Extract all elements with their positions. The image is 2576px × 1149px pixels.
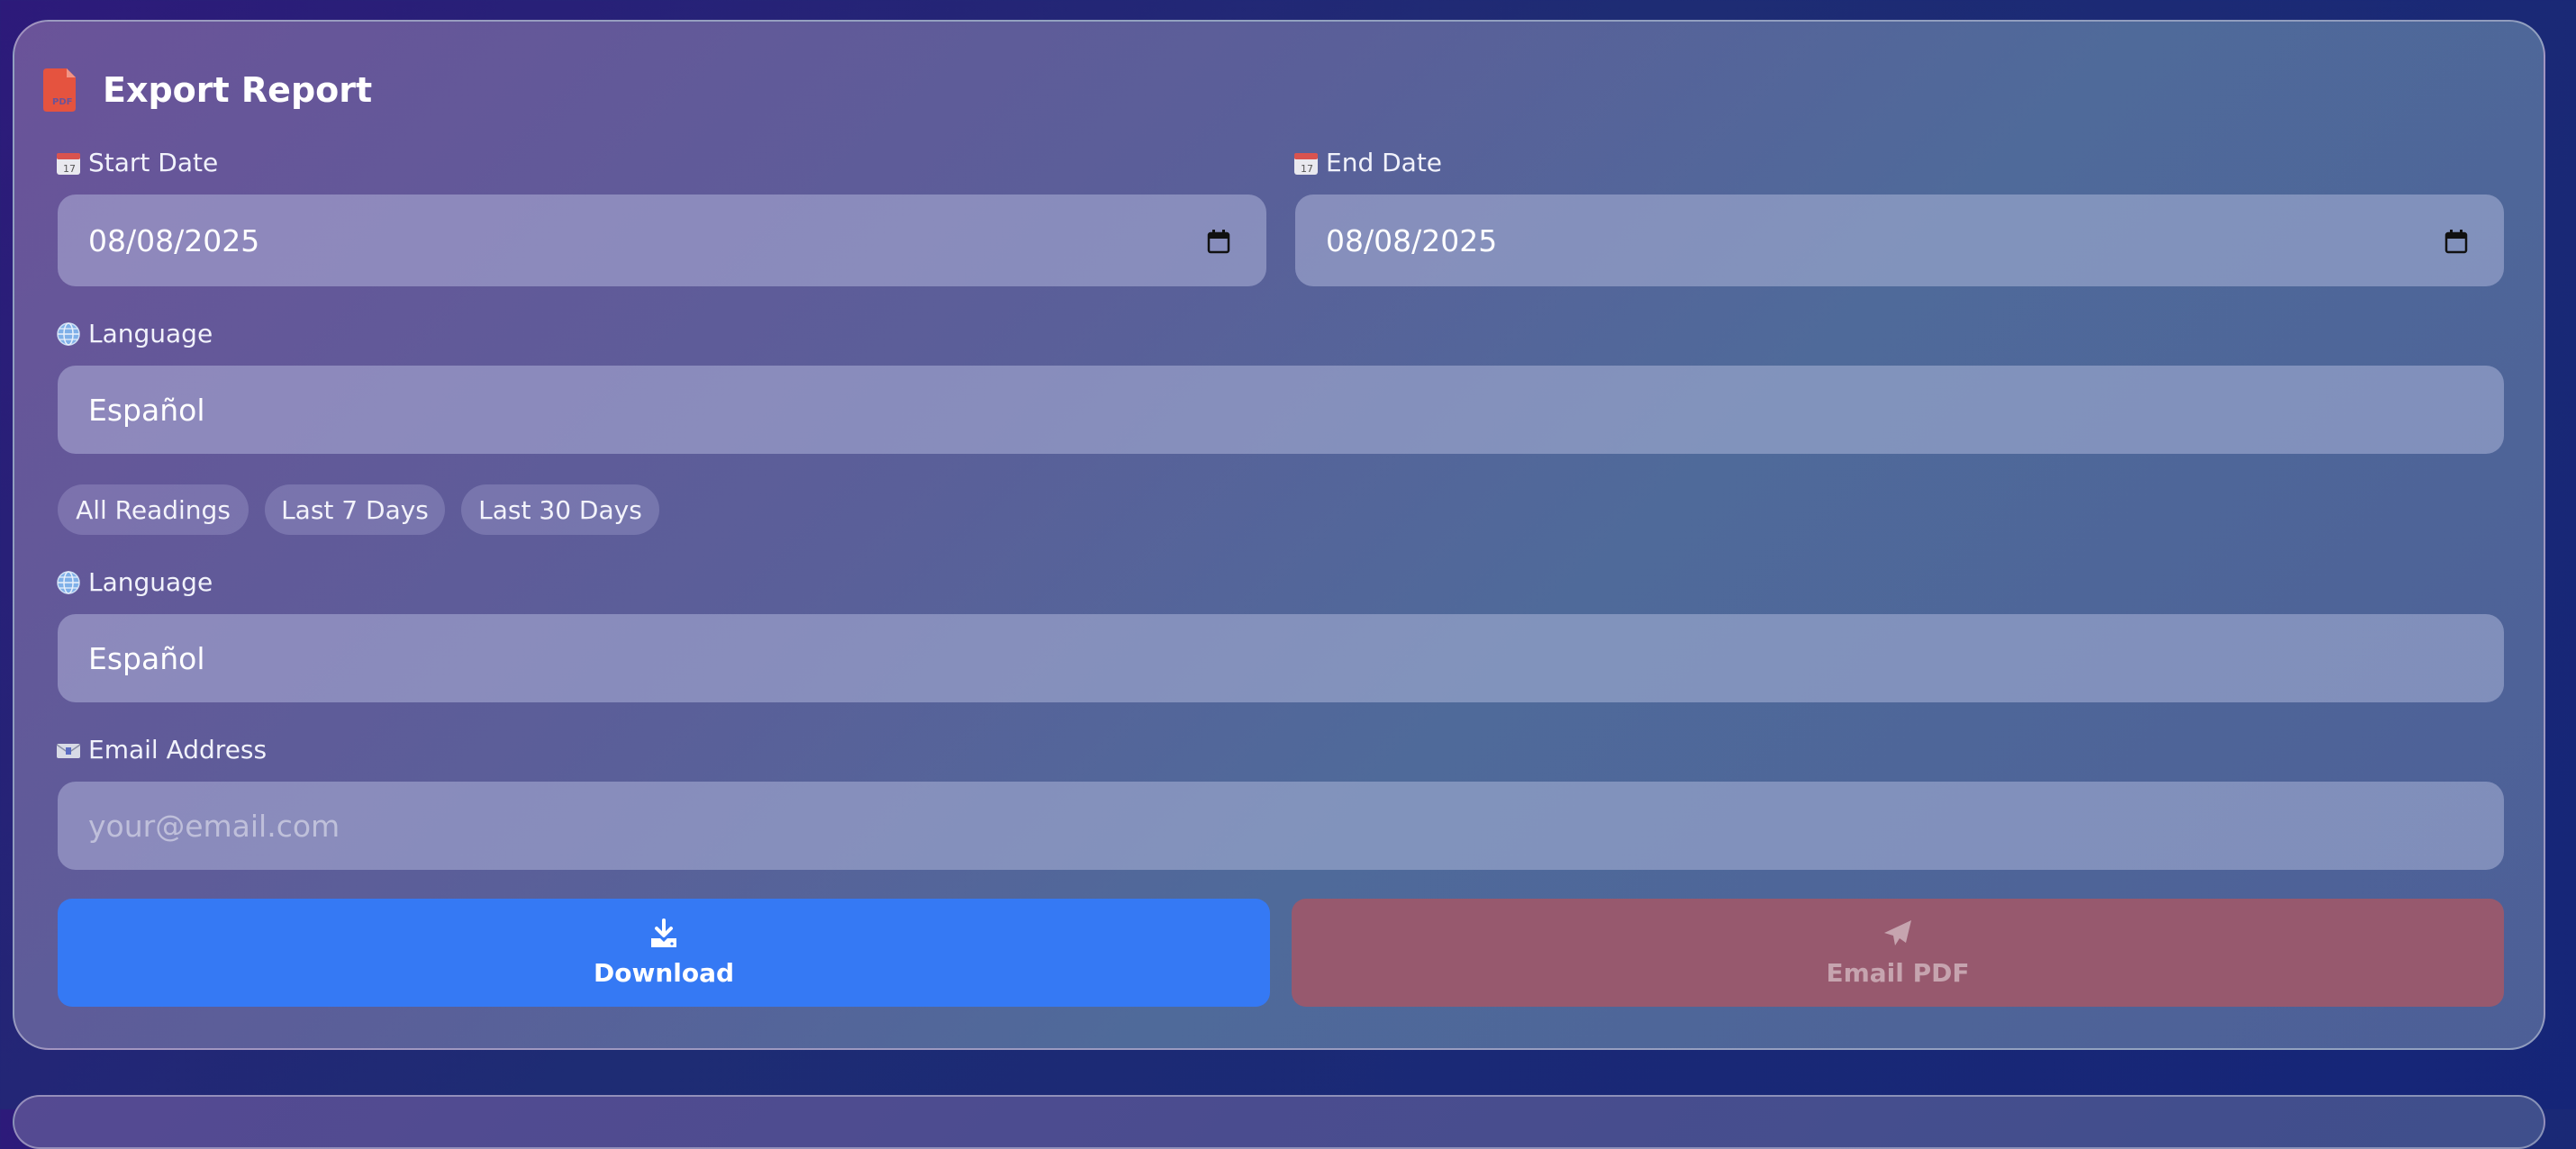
calendar-picker-icon[interactable] bbox=[1207, 229, 1230, 254]
download-label: Download bbox=[593, 957, 735, 988]
start-date-input[interactable]: 08/08/2025 bbox=[58, 195, 1266, 286]
language-value: Español bbox=[88, 392, 205, 428]
next-card bbox=[13, 1095, 2545, 1149]
calendar-picker-icon[interactable] bbox=[2444, 229, 2468, 254]
download-icon bbox=[651, 918, 676, 947]
download-button[interactable]: Download bbox=[58, 899, 1270, 1007]
email-pdf-label: Email PDF bbox=[1826, 957, 1970, 988]
svg-text:17: 17 bbox=[63, 163, 76, 175]
language-label-text: Language bbox=[88, 319, 213, 348]
export-report-card bbox=[13, 20, 2545, 1050]
preset-label: Last 30 Days bbox=[478, 494, 642, 525]
calendar-icon: 17 bbox=[1294, 152, 1318, 175]
email-pdf-button[interactable]: Email PDF bbox=[1292, 899, 2504, 1007]
svg-text:17: 17 bbox=[1301, 163, 1313, 175]
globe-icon bbox=[57, 570, 80, 594]
email-label-text: Email Address bbox=[88, 735, 268, 764]
preset-all-readings[interactable]: All Readings bbox=[58, 484, 249, 535]
language-label-secondary: Language bbox=[56, 567, 213, 597]
envelope-icon bbox=[56, 743, 81, 758]
preset-label: Last 7 Days bbox=[281, 494, 429, 525]
end-date-label-text: End Date bbox=[1326, 148, 1443, 177]
preset-last-7-days[interactable]: Last 7 Days bbox=[265, 484, 445, 535]
page-title: Export Report bbox=[103, 70, 373, 110]
globe-icon bbox=[57, 321, 80, 346]
end-date-value: 08/08/2025 bbox=[1326, 222, 1498, 258]
svg-text:PDF: PDF bbox=[52, 97, 72, 107]
paper-plane-icon bbox=[1884, 919, 1911, 945]
end-date-label: 17 End Date bbox=[1293, 148, 1442, 177]
language-select-secondary[interactable]: Español bbox=[58, 614, 2504, 702]
preset-label: All Readings bbox=[76, 494, 231, 525]
email-input[interactable]: your@email.com bbox=[58, 782, 2504, 870]
card-header: PDF Export Report bbox=[43, 67, 372, 113]
pdf-file-icon: PDF bbox=[43, 68, 76, 112]
language-label: Language bbox=[56, 319, 213, 348]
end-date-input[interactable]: 08/08/2025 bbox=[1295, 195, 2504, 286]
start-date-value: 08/08/2025 bbox=[88, 222, 260, 258]
language-label-text: Language bbox=[88, 567, 213, 597]
start-date-label-text: Start Date bbox=[88, 148, 219, 177]
email-placeholder: your@email.com bbox=[88, 808, 340, 844]
language-value: Español bbox=[88, 640, 205, 676]
language-select[interactable]: Español bbox=[58, 366, 2504, 454]
calendar-icon: 17 bbox=[57, 152, 80, 175]
preset-last-30-days[interactable]: Last 30 Days bbox=[461, 484, 659, 535]
start-date-label: 17 Start Date bbox=[56, 148, 218, 177]
email-label: Email Address bbox=[56, 735, 267, 764]
